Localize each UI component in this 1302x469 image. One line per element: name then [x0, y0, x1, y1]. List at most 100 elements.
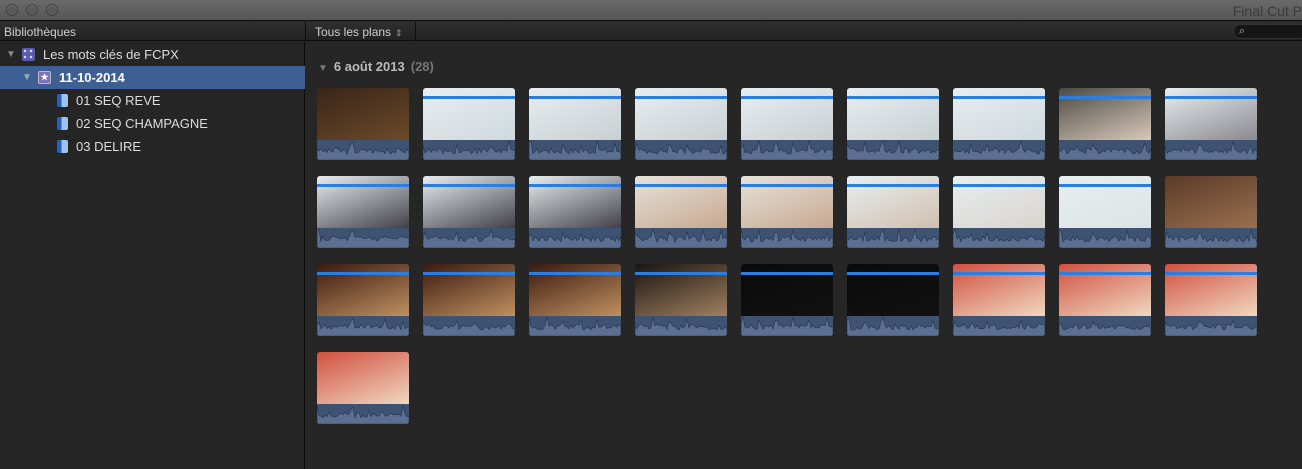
- keyword-collection-icon: [57, 117, 68, 130]
- close-button[interactable]: [6, 4, 18, 16]
- audio-waveform: [529, 316, 621, 336]
- search-input[interactable]: ⌕: [1233, 24, 1302, 39]
- clip-thumbnail[interactable]: [847, 176, 939, 248]
- disclosure-triangle-icon[interactable]: ▼: [6, 49, 18, 60]
- keyword-range-bar: [317, 184, 409, 187]
- clip-thumbnail[interactable]: [953, 176, 1045, 248]
- sidebar-item-keyword[interactable]: 01 SEQ REVE: [0, 89, 305, 112]
- search-icon: ⌕: [1239, 25, 1246, 37]
- clip-thumbnail[interactable]: [953, 264, 1045, 336]
- audio-waveform: [847, 228, 939, 248]
- library-label: Les mots clés de FCPX: [43, 47, 179, 62]
- keyword-range-bar: [423, 272, 515, 275]
- audio-waveform: [953, 140, 1045, 160]
- keyword-range-bar: [635, 96, 727, 99]
- clip-thumbnail[interactable]: [529, 176, 621, 248]
- clip-thumbnail[interactable]: [1165, 176, 1257, 248]
- event-label: 11-10-2014: [59, 70, 125, 85]
- keyword-collection-icon: [57, 94, 68, 107]
- window-title: Final Cut P: [1232, 3, 1302, 19]
- clip-thumbnail[interactable]: [317, 264, 409, 336]
- clip-thumbnail[interactable]: [847, 264, 939, 336]
- clip-thumbnail[interactable]: [635, 264, 727, 336]
- clip-browser: ▼ 6 août 2013 (28): [306, 42, 1302, 469]
- clip-thumbnail[interactable]: [741, 264, 833, 336]
- audio-waveform: [529, 139, 621, 160]
- audio-waveform: [317, 140, 409, 160]
- clip-filter-label: Tous les plans: [315, 25, 392, 39]
- date-label: 6 août 2013: [333, 59, 405, 74]
- audio-waveform: [1059, 316, 1151, 336]
- clip-thumbnail[interactable]: [847, 88, 939, 160]
- clip-thumbnail[interactable]: [635, 176, 727, 248]
- audio-waveform: [635, 316, 727, 336]
- audio-waveform: [317, 316, 409, 336]
- audio-waveform: [423, 228, 515, 248]
- clip-thumbnail[interactable]: [1165, 88, 1257, 160]
- clip-thumbnail[interactable]: [953, 88, 1045, 160]
- keyword-range-bar: [953, 184, 1045, 187]
- clip-thumbnail[interactable]: [741, 88, 833, 160]
- keyword-label: 02 SEQ CHAMPAGNE: [76, 116, 208, 131]
- clip-thumbnail[interactable]: [741, 176, 833, 248]
- keyword-label: 03 DELIRE: [76, 139, 142, 154]
- keyword-range-bar: [741, 272, 833, 275]
- sidebar-item-event[interactable]: ▼ ★ 11-10-2014: [0, 66, 305, 89]
- clip-thumbnail[interactable]: [317, 352, 409, 424]
- audio-waveform: [953, 228, 1045, 248]
- audio-waveform: [529, 228, 621, 248]
- clip-thumbnail[interactable]: [317, 88, 409, 160]
- clip-count: (28): [410, 59, 434, 74]
- keyword-range-bar: [423, 96, 515, 99]
- audio-waveform: [953, 316, 1045, 336]
- keyword-range-bar: [847, 184, 939, 187]
- audio-waveform: [1165, 228, 1257, 248]
- zoom-button[interactable]: [46, 4, 58, 16]
- keyword-range-bar: [529, 272, 621, 275]
- clip-thumbnail[interactable]: [1059, 176, 1151, 248]
- keyword-range-bar: [317, 272, 409, 275]
- clip-thumbnail[interactable]: [529, 88, 621, 160]
- library-sidebar: ▼ Les mots clés de FCPX ▼ ★ 11-10-2014 0…: [0, 42, 305, 469]
- audio-waveform: [1059, 228, 1151, 248]
- audio-waveform: [1165, 140, 1257, 160]
- sidebar-item-library[interactable]: ▼ Les mots clés de FCPX: [0, 43, 305, 66]
- clip-thumbnail[interactable]: [1165, 264, 1257, 336]
- audio-waveform: [635, 140, 727, 160]
- clip-thumbnail[interactable]: [423, 264, 515, 336]
- minimize-button[interactable]: [26, 4, 38, 16]
- audio-waveform: [317, 404, 409, 424]
- clip-thumbnail[interactable]: [1059, 88, 1151, 160]
- divider: [415, 22, 416, 41]
- audio-waveform: [423, 316, 515, 336]
- divider: [305, 22, 306, 41]
- clip-thumbnail[interactable]: [423, 176, 515, 248]
- clip-thumbnail[interactable]: [1059, 264, 1151, 336]
- keyword-range-bar: [1059, 96, 1151, 99]
- audio-waveform: [423, 140, 515, 160]
- clip-filter-popup[interactable]: Tous les plans ⇕: [315, 25, 403, 39]
- clip-thumbnail[interactable]: [317, 176, 409, 248]
- audio-waveform: [741, 228, 833, 248]
- disclosure-triangle-icon[interactable]: ▼: [22, 72, 34, 83]
- audio-waveform: [1165, 316, 1257, 336]
- disclosure-triangle-icon[interactable]: ▼: [318, 63, 328, 74]
- audio-waveform: [847, 316, 939, 336]
- sidebar-item-keyword[interactable]: 02 SEQ CHAMPAGNE: [0, 112, 305, 135]
- library-icon: [22, 48, 35, 61]
- title-bar: Final Cut P: [0, 0, 1302, 21]
- clip-thumbnail[interactable]: [635, 88, 727, 160]
- keyword-range-bar: [847, 272, 939, 275]
- keyword-range-bar: [635, 184, 727, 187]
- audio-waveform: [847, 139, 939, 160]
- clip-thumbnail[interactable]: [423, 88, 515, 160]
- clip-frame: [1165, 176, 1257, 228]
- clip-thumbnail[interactable]: [529, 264, 621, 336]
- sidebar-item-keyword[interactable]: 03 DELIRE: [0, 135, 305, 158]
- keyword-range-bar: [1165, 96, 1257, 99]
- date-group-header[interactable]: ▼ 6 août 2013 (28): [318, 59, 434, 74]
- keyword-range-bar: [1059, 184, 1151, 187]
- keyword-range-bar: [741, 96, 833, 99]
- browser-toolbar: Bibliothèques Tous les plans ⇕ ⌕: [0, 22, 1302, 41]
- audio-waveform: [741, 140, 833, 160]
